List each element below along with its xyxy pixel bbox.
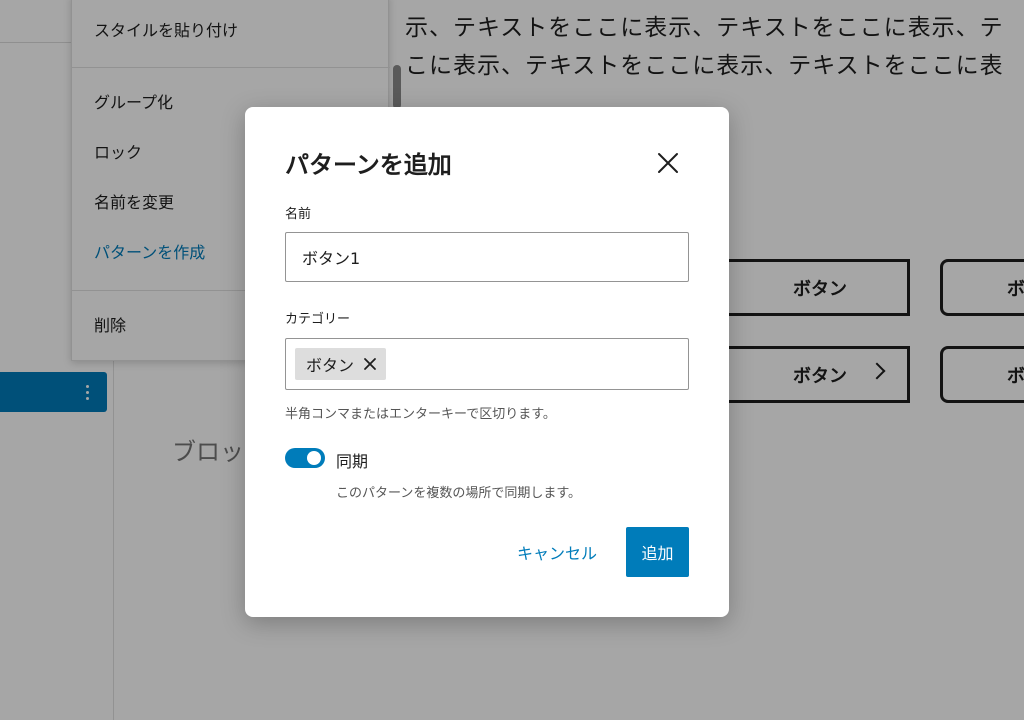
category-token: ボタン [295, 348, 387, 380]
category-field-label: カテゴリー [285, 312, 351, 327]
sync-label: 同期 [336, 452, 369, 471]
category-token-label: ボタン [306, 356, 355, 375]
add-button[interactable]: 追加 [626, 527, 689, 577]
close-icon [658, 153, 678, 173]
name-input[interactable] [285, 232, 689, 282]
toggle-knob [307, 451, 321, 465]
close-small-icon[interactable] [362, 356, 378, 372]
category-help-text: 半角コンマまたはエンターキーで区切ります。 [285, 407, 556, 422]
add-pattern-dialog: パターンを追加 名前 カテゴリー ボタン 半角コンマまたはエンターキーで区切りま… [245, 107, 729, 617]
dialog-title: パターンを追加 [285, 151, 452, 179]
editor-app: 示、テキストをここに表示、テキストをここに表示、テ こに表示、テキストをここに表… [0, 0, 1024, 720]
sync-help-text: このパターンを複数の場所で同期します。 [336, 486, 582, 501]
category-token-input[interactable]: ボタン [285, 338, 689, 390]
name-field-label: 名前 [285, 207, 312, 222]
sync-toggle[interactable] [285, 448, 325, 468]
cancel-button[interactable]: キャンセル [505, 527, 609, 577]
close-button[interactable] [652, 147, 684, 179]
